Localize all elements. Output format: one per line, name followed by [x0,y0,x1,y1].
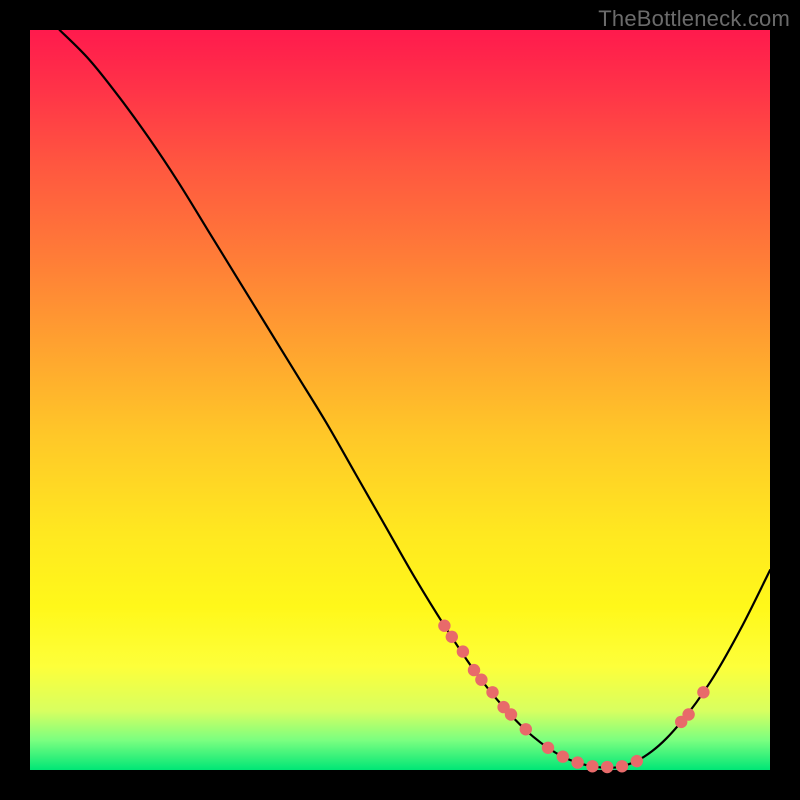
marker-point [571,756,583,768]
marker-point [557,750,569,762]
bottleneck-curve [60,30,770,768]
marker-point [446,631,458,643]
marker-point [616,760,628,772]
marker-point [601,761,613,773]
marker-point [505,708,517,720]
marker-point [586,760,598,772]
chart-frame [30,30,770,770]
marker-point [486,686,498,698]
chart-svg [30,30,770,770]
marker-point [542,742,554,754]
marker-point [475,674,487,686]
marker-point [457,645,469,657]
marker-point [697,686,709,698]
highlighted-points [438,620,709,774]
marker-point [631,755,643,767]
marker-point [682,708,694,720]
marker-point [438,620,450,632]
marker-point [520,723,532,735]
watermark-text: TheBottleneck.com [598,6,790,32]
